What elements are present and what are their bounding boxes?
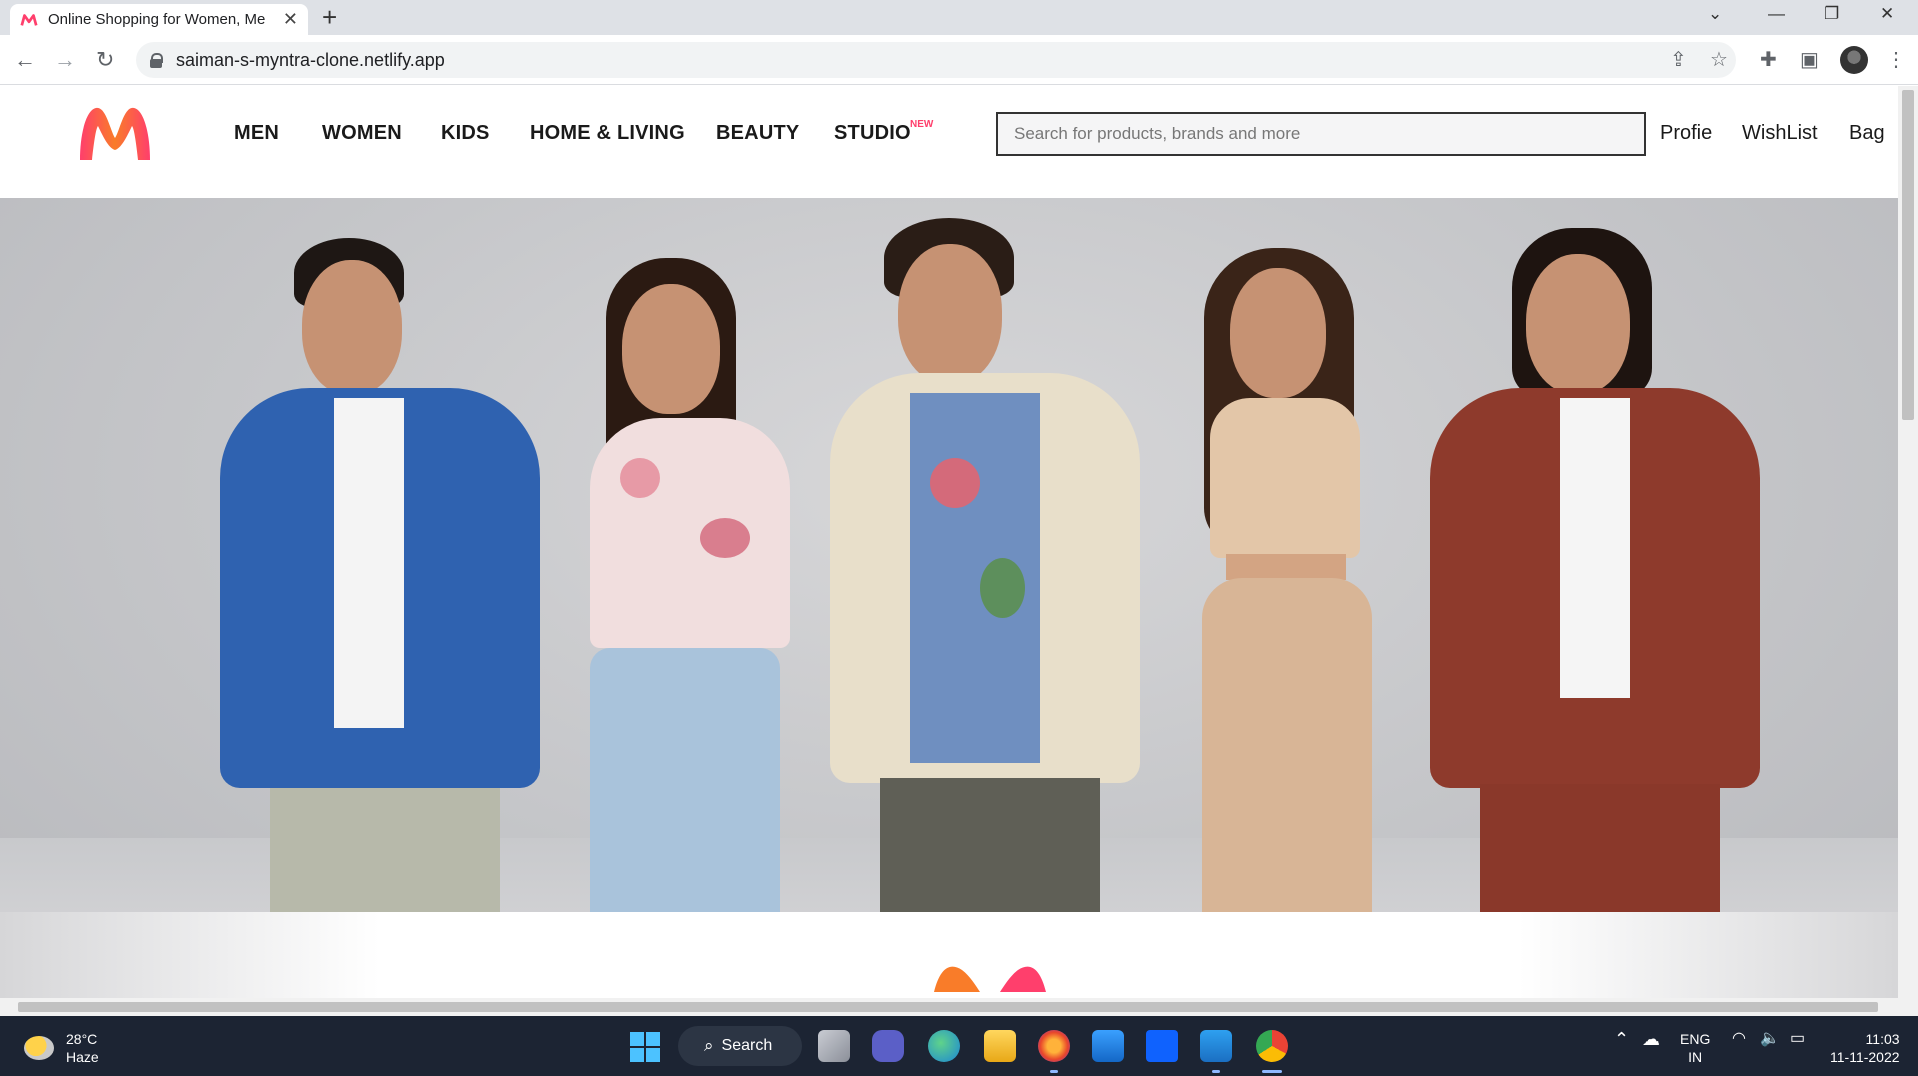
clock-date: 11-11-2022 [1830,1049,1900,1065]
lang-secondary: IN [1688,1049,1703,1065]
lang-primary: ENG [1680,1031,1711,1047]
new-tab-icon[interactable]: + [322,2,337,33]
restore-icon[interactable]: ❐ [1824,4,1839,24]
clock[interactable]: 11:03 11-11-2022 [1830,1030,1900,1066]
lock-icon [150,53,163,68]
tab-title: Online Shopping for Women, Me [48,11,266,28]
clock-time: 11:03 [1865,1031,1900,1047]
model-rust-suit [1430,228,1760,998]
bookmark-star-icon[interactable]: ☆ [1710,47,1728,72]
taskbar-search-button[interactable]: ⌕ Search [678,1026,802,1066]
vertical-scrollbar[interactable] [1898,86,1918,998]
back-icon[interactable]: ← [14,47,36,73]
search-icon: ⌕ [704,1036,714,1055]
site-header: MEN WOMEN KIDS HOME & LIVING BEAUTY STUD… [0,86,1898,182]
nav-home-living[interactable]: HOME & LIVING [530,122,685,145]
forward-icon[interactable]: → [54,47,76,73]
horizontal-scrollbar[interactable] [0,998,1918,1016]
nav-kids[interactable]: KIDS [441,122,490,145]
reload-icon[interactable]: ↻ [96,47,114,73]
wifi-icon[interactable]: ◠ [1732,1030,1746,1048]
side-panel-icon[interactable]: ▣ [1800,47,1819,72]
myntra-logo-partial-icon [934,966,1046,992]
mail-icon[interactable] [1092,1030,1124,1062]
nav-studio[interactable]: STUDIO [834,122,911,145]
vscode-icon[interactable] [1200,1030,1232,1062]
extensions-icon[interactable]: ✚ [1760,47,1777,72]
chrome-menu-icon[interactable]: ⋮ [1886,47,1906,72]
webpage: MEN WOMEN KIDS HOME & LIVING BEAUTY STUD… [0,86,1898,998]
weather-haze-icon [24,1036,54,1060]
firefox-icon[interactable] [1038,1030,1070,1062]
windows-taskbar: 28°C Haze ⌕ Search ⌃ ☁ ENG IN ◠ 🔈 ▭ 11:0… [0,1016,1918,1076]
weather-temp: 28°C [66,1031,98,1047]
nav-men[interactable]: MEN [234,122,279,145]
browser-tabstrip: Online Shopping for Women, Me ✕ + ⌄ — ❐ … [0,0,1918,35]
taskbar-search-label: Search [721,1037,773,1054]
nav-women[interactable]: WOMEN [322,122,402,145]
dropbox-icon[interactable] [1146,1030,1178,1062]
model-tropical-shirt [820,218,1140,998]
bag-link[interactable]: Bag [1849,122,1885,145]
edge-browser-icon[interactable] [928,1030,960,1062]
new-badge: NEW [910,119,934,130]
myntra-logo-icon[interactable] [76,104,154,164]
content-section-top [0,912,1898,998]
tab-search-icon[interactable]: ⌄ [1708,4,1722,24]
windows-start-icon[interactable] [630,1032,660,1062]
chrome-icon[interactable] [1256,1030,1288,1062]
search-input[interactable] [1014,124,1644,144]
volume-icon[interactable]: 🔈 [1760,1030,1780,1048]
url-text: saiman-s-myntra-clone.netlify.app [176,49,445,70]
search-box[interactable] [996,112,1646,156]
browser-tab[interactable]: Online Shopping for Women, Me ✕ [10,4,308,35]
model-blue-blazer [210,238,550,998]
weather-condition: Haze [66,1049,99,1065]
model-beige-outfit [1150,248,1430,998]
profile-avatar[interactable] [1840,46,1868,74]
language-indicator[interactable]: ENG IN [1680,1030,1710,1066]
address-bar[interactable]: saiman-s-myntra-clone.netlify.app [136,42,1736,78]
weather-widget[interactable]: 28°C Haze [24,1030,99,1066]
file-explorer-icon[interactable] [984,1030,1016,1062]
task-view-icon[interactable] [818,1030,850,1062]
close-tab-icon[interactable]: ✕ [283,9,298,30]
close-window-icon[interactable]: ✕ [1880,4,1894,24]
browser-toolbar: ← → ↻ saiman-s-myntra-clone.netlify.app … [0,35,1918,85]
battery-icon[interactable]: ▭ [1790,1030,1805,1048]
profile-link[interactable]: Profie [1660,122,1712,145]
nav-beauty[interactable]: BEAUTY [716,122,799,145]
onedrive-icon[interactable]: ☁ [1642,1030,1660,1048]
minimize-icon[interactable]: — [1768,4,1785,24]
wishlist-link[interactable]: WishList [1742,122,1818,145]
share-icon[interactable]: ⇪ [1670,47,1687,72]
myntra-favicon-icon [20,13,38,26]
teams-chat-icon[interactable] [872,1030,904,1062]
hero-banner-image[interactable] [0,198,1898,998]
tray-overflow-icon[interactable]: ⌃ [1614,1030,1629,1048]
model-floral-top [560,258,820,998]
